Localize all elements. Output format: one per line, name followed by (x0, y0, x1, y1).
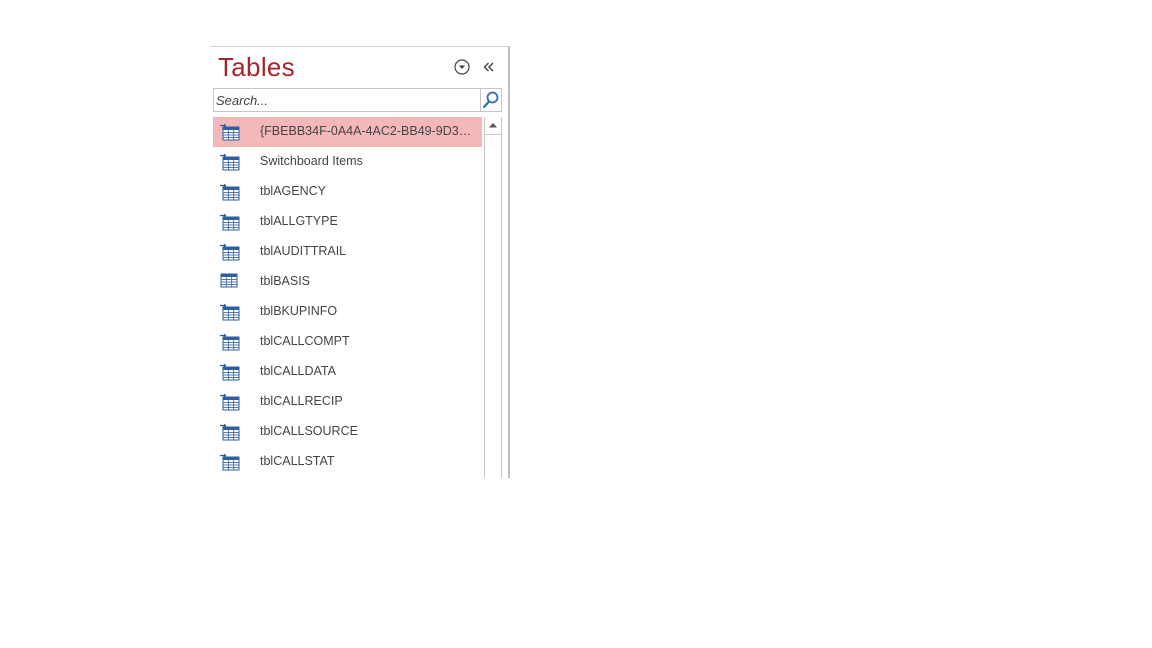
list-item-label: tblAUDITTRAIL (260, 244, 347, 258)
linked-table-icon (220, 363, 240, 381)
list-item[interactable]: tblALLGTYPE (213, 207, 482, 237)
list-item-label: tblCALLDATA (260, 364, 336, 378)
list-item-label: tblCALLSTAT (260, 454, 335, 468)
linked-table-icon (220, 393, 240, 411)
list-item-label: tblAGENCY (260, 184, 326, 198)
navigation-pane: Tables {FBEBB34F-0A4A-4AC2-BB49-9D3B9...… (210, 46, 510, 478)
linked-table-icon (220, 303, 240, 321)
linked-table-icon (220, 123, 240, 141)
list-item[interactable]: tblCALLSTAT (213, 447, 482, 477)
search-icon (482, 91, 499, 109)
list-item-label: {FBEBB34F-0A4A-4AC2-BB49-9D3B9... (260, 124, 476, 138)
triangle-up-icon (489, 123, 497, 128)
vertical-scrollbar[interactable] (484, 117, 502, 478)
list-item[interactable]: Switchboard Items (213, 147, 482, 177)
chevron-down-circle-icon (454, 59, 470, 75)
list-item[interactable]: tblAGENCY (213, 177, 482, 207)
list-item-label: tblBKUPINFO (260, 304, 338, 318)
linked-table-icon (220, 333, 240, 351)
list-item[interactable]: tblBASIS (213, 267, 482, 297)
list-item-label: tblCALLSOURCE (260, 424, 358, 438)
linked-table-icon (220, 183, 240, 201)
list-item-label: tblCALLRECIP (260, 394, 343, 408)
collapse-pane-button[interactable] (481, 59, 497, 75)
list-item[interactable]: tblCALLDATA (213, 357, 482, 387)
list-item[interactable]: tblCALLRECIP (213, 387, 482, 417)
list-item-label: tblALLGTYPE (260, 214, 338, 228)
double-chevron-left-icon (483, 62, 494, 72)
list-item[interactable]: tblCALLSOURCE (213, 417, 482, 447)
list-item[interactable]: tblAUDITTRAIL (213, 237, 482, 267)
search-button[interactable] (480, 88, 502, 112)
object-list: {FBEBB34F-0A4A-4AC2-BB49-9D3B9... Switchb… (213, 117, 482, 478)
list-item-label: Switchboard Items (260, 154, 363, 168)
linked-table-icon (220, 243, 240, 261)
linked-table-icon (220, 213, 240, 231)
table-icon (220, 273, 238, 288)
search-field[interactable] (213, 88, 481, 112)
scroll-up-button[interactable] (485, 117, 501, 135)
list-item[interactable]: tblCALLCOMPT (213, 327, 482, 357)
list-item[interactable]: {FBEBB34F-0A4A-4AC2-BB49-9D3B9... (213, 117, 482, 147)
list-item-label: tblCALLCOMPT (260, 334, 350, 348)
list-item-label: tblBASIS (260, 274, 311, 288)
linked-table-icon (220, 423, 240, 441)
linked-table-icon (220, 153, 240, 171)
search-input[interactable] (214, 89, 480, 111)
linked-table-icon (220, 453, 240, 471)
pane-title: Tables (218, 52, 295, 82)
list-item[interactable]: tblBKUPINFO (213, 297, 482, 327)
pane-menu-button[interactable] (454, 59, 470, 75)
